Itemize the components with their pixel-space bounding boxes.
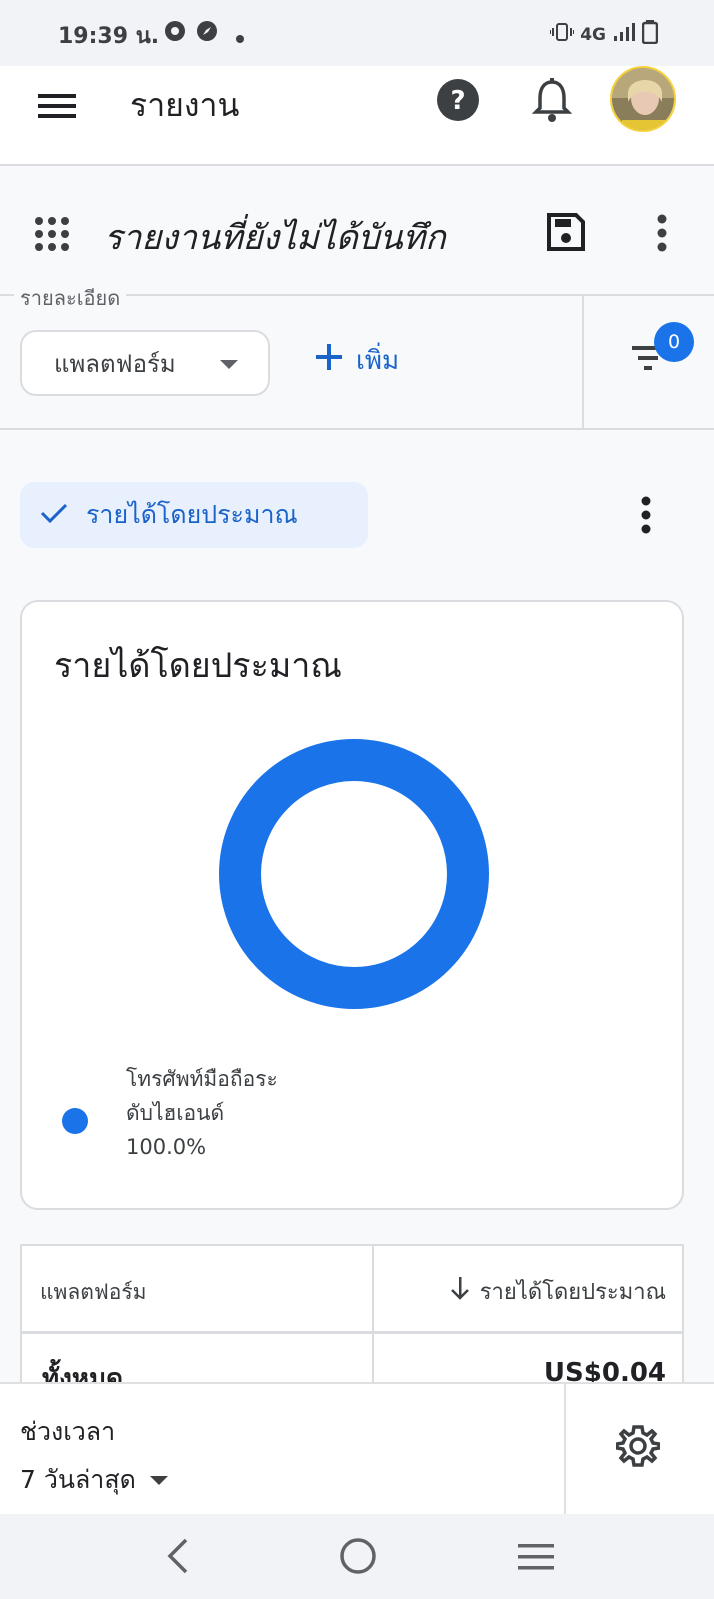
donut-chart[interactable] <box>216 736 492 1012</box>
more-vert-icon[interactable] <box>656 214 668 256</box>
dimension-chip[interactable]: แพลตฟอร์ม <box>20 330 270 396</box>
status-bar: 19:39 น. 4G <box>0 0 714 66</box>
help-icon[interactable]: ? <box>436 78 480 126</box>
chart-card: รายได้โดยประมาณ โทรศัพท์มือถือระ ดับไฮเอ… <box>20 600 684 1210</box>
chrome-icon <box>164 20 186 46</box>
home-icon[interactable] <box>338 1536 378 1580</box>
system-nav-bar <box>0 1514 714 1599</box>
check-icon <box>40 501 68 530</box>
column-header-platform[interactable]: แพลตฟอร์ม <box>40 1276 147 1309</box>
details-area: รายละเอียด แพลตฟอร์ม เพิ่ม 0 <box>0 282 714 430</box>
network-label: 4G <box>580 24 606 45</box>
compass-icon <box>196 20 218 46</box>
arrow-down-icon <box>450 1276 470 1307</box>
chevron-down-icon <box>149 1475 168 1485</box>
data-table: แพลตฟอร์ม รายได้โดยประมาณ ทั้งหมด US$0.0… <box>20 1244 684 1394</box>
legend-swatch <box>62 1108 88 1134</box>
report-title[interactable]: รายงานที่ยังไม่ได้บันทึก <box>104 210 446 264</box>
status-right: 4G <box>549 20 659 49</box>
filter-divider <box>582 294 584 430</box>
report-header: รายงานที่ยังไม่ได้บันทึก <box>0 176 714 294</box>
add-dimension-button[interactable]: เพิ่ม <box>316 340 399 381</box>
chart-title: รายได้โดยประมาณ <box>54 646 342 686</box>
metric-chip-label: รายได้โดยประมาณ <box>86 500 298 529</box>
vibrate-icon <box>549 22 576 47</box>
status-time: 19:39 น. <box>58 24 160 49</box>
details-label: รายละเอียด <box>14 282 127 314</box>
date-range-value: 7 วันล่าสุด <box>20 1465 136 1494</box>
app-title: รายงาน <box>130 86 240 124</box>
chevron-down-icon <box>220 360 238 369</box>
apps-grid-icon[interactable] <box>34 216 70 252</box>
legend-label-line1: โทรศัพท์มือถือระ <box>126 1067 278 1091</box>
column-header-revenue-label: รายได้โดยประมาณ <box>479 1280 666 1305</box>
recent-apps-icon[interactable] <box>516 1540 556 1578</box>
panel-divider <box>564 1384 566 1516</box>
signal-icon <box>612 22 636 47</box>
dot-icon <box>236 28 244 47</box>
metric-chip[interactable]: รายได้โดยประมาณ <box>20 482 368 548</box>
date-range-label: ช่วงเวลา <box>20 1417 116 1446</box>
date-range-selector[interactable]: 7 วันล่าสุด <box>20 1460 168 1500</box>
table-header-row: แพลตฟอร์ม รายได้โดยประมาณ <box>22 1246 682 1334</box>
avatar[interactable] <box>610 66 676 132</box>
battery-icon <box>641 20 659 49</box>
add-label: เพิ่ม <box>356 346 400 376</box>
legend-percent: 100.0% <box>126 1135 207 1159</box>
app-bar: รายงาน ? <box>0 66 714 166</box>
date-range-panel: ช่วงเวลา 7 วันล่าสุด <box>0 1382 714 1516</box>
column-divider <box>372 1246 374 1386</box>
plus-icon <box>316 344 342 377</box>
legend-label-line2: ดับไฮเอนด์ <box>126 1101 225 1125</box>
dimension-chip-label: แพลตฟอร์ม <box>54 349 176 378</box>
settings-icon[interactable] <box>615 1424 661 1472</box>
save-icon[interactable] <box>546 212 586 256</box>
back-icon[interactable] <box>162 1536 192 1580</box>
donut-slice-0[interactable] <box>219 739 489 1009</box>
column-header-revenue[interactable]: รายได้โดยประมาณ <box>450 1274 666 1309</box>
legend-entry: โทรศัพท์มือถือระ ดับไฮเอนด์ 100.0% <box>126 1062 346 1164</box>
bell-icon[interactable] <box>530 76 574 128</box>
filter-count-badge: 0 <box>654 322 694 362</box>
metric-more-icon[interactable] <box>640 496 652 538</box>
menu-icon[interactable] <box>36 82 80 126</box>
svg-text:?: ? <box>450 86 465 116</box>
